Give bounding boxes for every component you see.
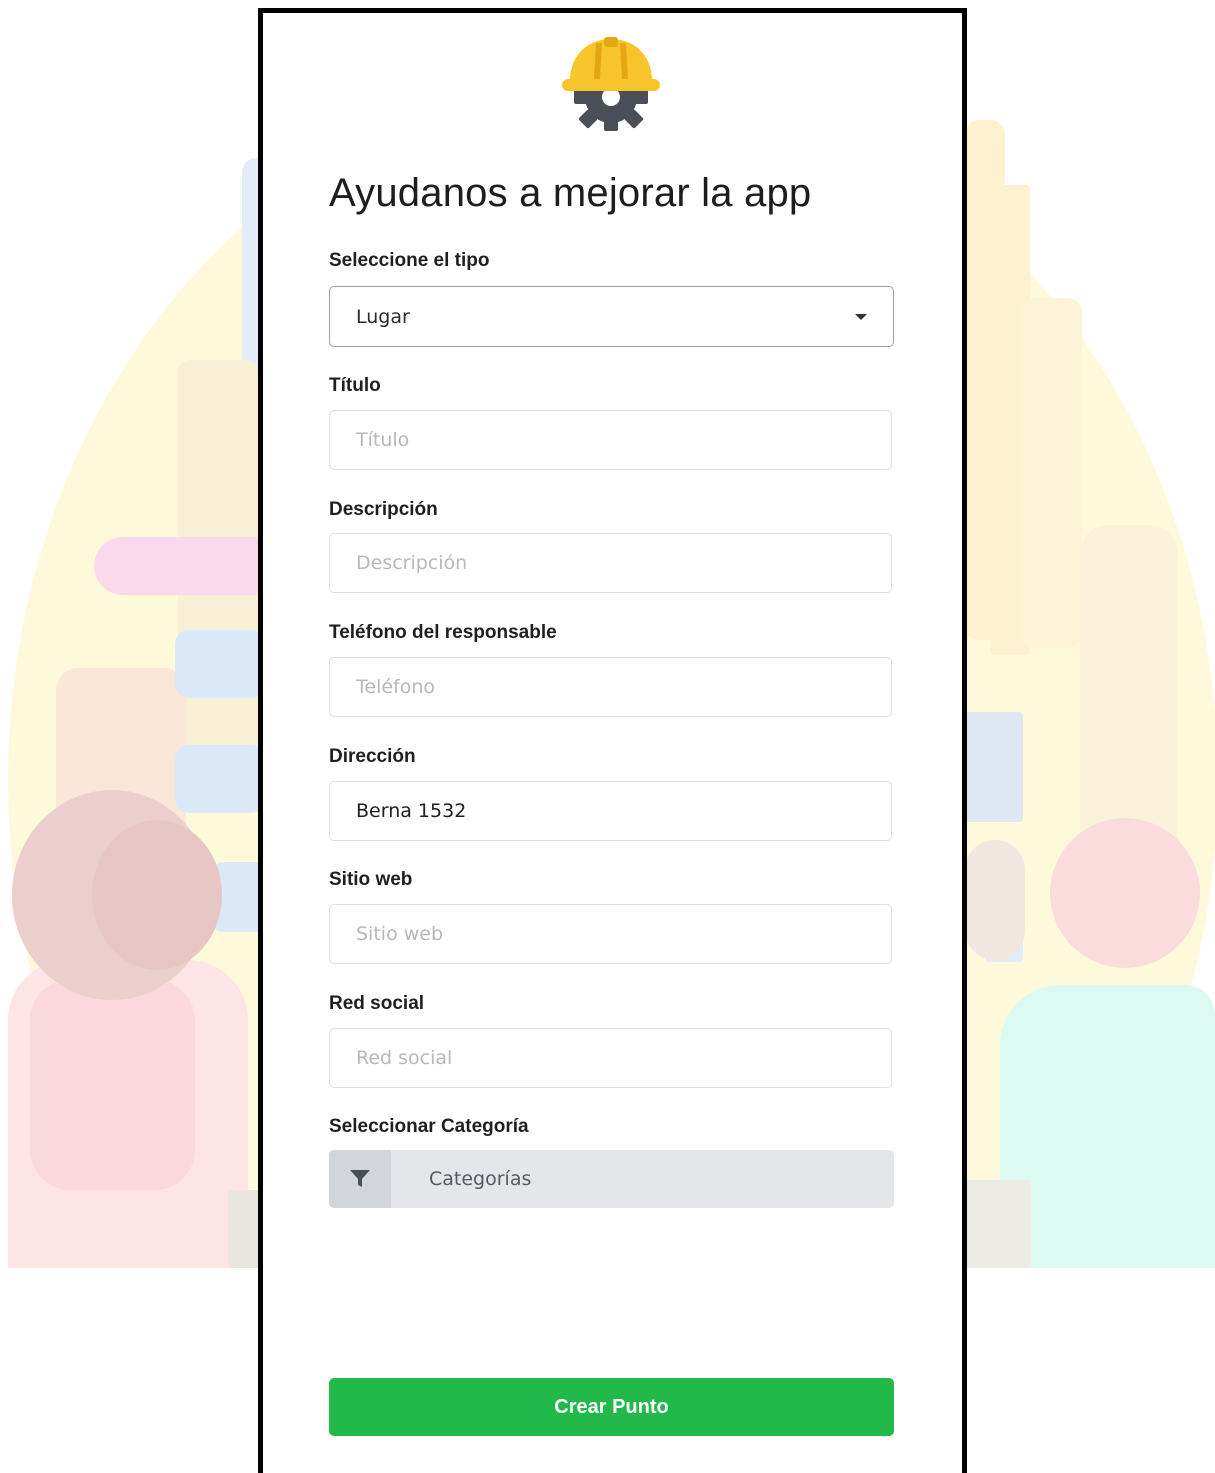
background-person: [30, 980, 195, 1190]
form-card: Ayudanos a mejorar la app Seleccione el …: [258, 8, 967, 1473]
background-person: [1000, 985, 1215, 1268]
background-person: [92, 820, 222, 970]
website-label: Sitio web: [329, 869, 413, 890]
background-window: [965, 712, 1023, 822]
helmet-gear-icon: [562, 37, 660, 131]
social-label: Red social: [329, 993, 425, 1014]
social-input[interactable]: [329, 1028, 892, 1088]
type-select-value: Lugar: [356, 305, 410, 328]
background-window: [175, 630, 265, 698]
create-point-button[interactable]: Crear Punto: [329, 1378, 894, 1436]
type-label: Seleccione el tipo: [329, 250, 490, 271]
address-label: Dirección: [329, 746, 416, 767]
filter-icon: [350, 1170, 370, 1187]
phone-input[interactable]: [329, 657, 892, 717]
background-person: [228, 1190, 262, 1268]
title-input[interactable]: [329, 410, 892, 470]
background-building: [1020, 298, 1082, 648]
category-label: Seleccionar Categoría: [329, 1116, 529, 1137]
description-input[interactable]: [329, 533, 892, 593]
background-person: [1050, 818, 1200, 968]
description-label: Descripción: [329, 499, 438, 520]
filter-icon-box: [329, 1150, 391, 1208]
background-person: [965, 1180, 1031, 1268]
background-person: [965, 840, 1025, 960]
type-select[interactable]: Lugar: [329, 286, 894, 347]
page-title: Ayudanos a mejorar la app: [329, 171, 812, 215]
chevron-down-icon: [855, 313, 867, 320]
website-input[interactable]: [329, 904, 892, 964]
background-window: [175, 745, 265, 813]
background-shape: [94, 537, 284, 595]
category-select[interactable]: Categorías: [329, 1150, 894, 1208]
category-placeholder: Categorías: [429, 1168, 532, 1190]
address-input[interactable]: [329, 781, 892, 841]
title-label: Título: [329, 375, 381, 396]
phone-label: Teléfono del responsable: [329, 622, 557, 643]
